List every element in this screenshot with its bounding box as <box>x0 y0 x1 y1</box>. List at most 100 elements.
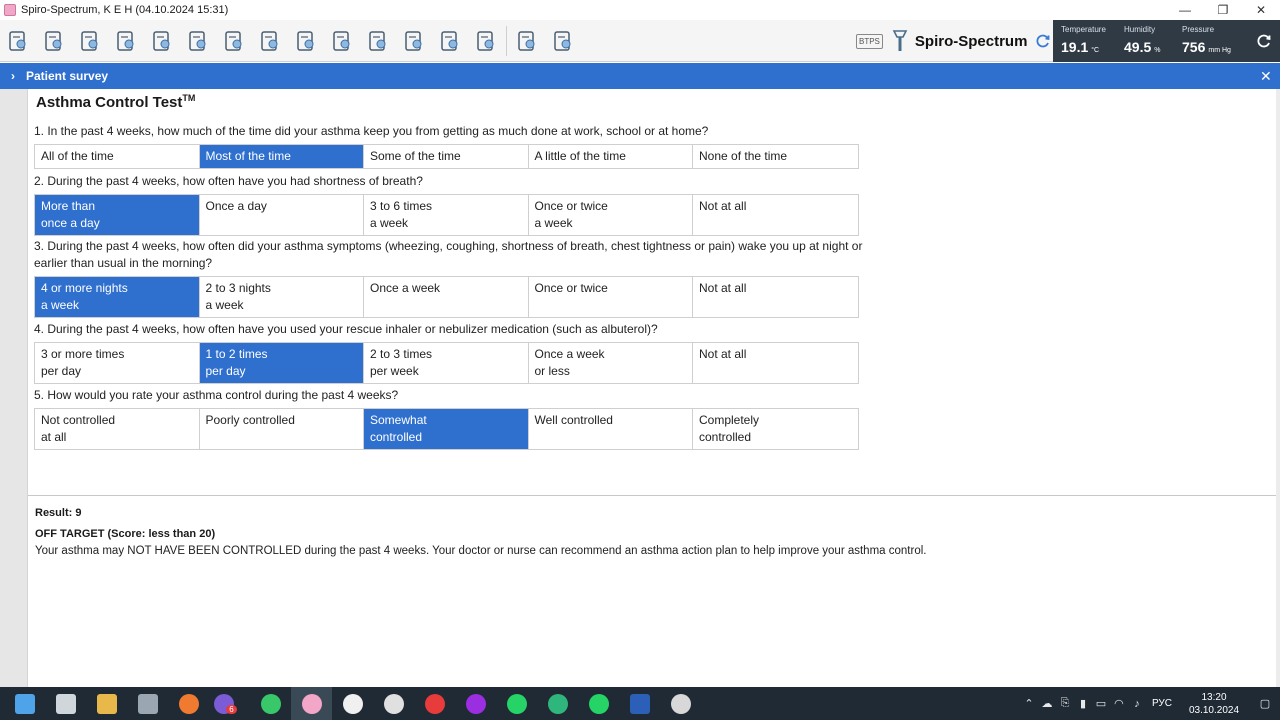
calendar-icon[interactable] <box>127 687 168 720</box>
question-1-text: 1. In the past 4 weeks, how much of the … <box>34 124 709 138</box>
expand-sidebar-button[interactable]: › <box>0 69 26 83</box>
environment-panel: Temperature 19.1 °C Humidity 49.5% Pressu… <box>1053 20 1280 62</box>
close-window-button[interactable]: ✕ <box>1242 0 1280 20</box>
brain-icon[interactable] <box>216 23 252 59</box>
panel-title: Patient survey <box>26 69 109 83</box>
notifications-icon[interactable]: ▢ <box>1250 697 1280 710</box>
answer-option[interactable]: Once a day <box>200 195 364 235</box>
answer-option[interactable]: Completely controlled <box>693 409 858 449</box>
collapsed-sidebar[interactable] <box>0 89 28 687</box>
volume-icon[interactable]: ♪ <box>1128 698 1146 710</box>
answer-option[interactable]: Not at all <box>693 195 858 235</box>
settings-icon[interactable] <box>509 23 545 59</box>
settings-icon[interactable] <box>660 687 701 720</box>
green-app-icon-glyph <box>547 693 568 714</box>
survey-content: Asthma Control TestTM 1. In the past 4 w… <box>28 89 1276 687</box>
scrollbar-track[interactable] <box>1276 89 1280 687</box>
answer-option[interactable]: Not controlled at all <box>35 409 200 449</box>
calculator-icon[interactable] <box>252 23 288 59</box>
fan-icon[interactable] <box>288 23 324 59</box>
answer-option[interactable]: Well controlled <box>529 409 693 449</box>
temperature-value: 19.1 °C <box>1061 39 1100 55</box>
whatsapp-business-icon[interactable] <box>578 687 619 720</box>
network-devices-icon[interactable]: ⎘ <box>1056 697 1074 710</box>
document-icon[interactable] <box>324 23 360 59</box>
viber-badge: 6 <box>226 705 237 714</box>
media-app-icon[interactable] <box>373 687 414 720</box>
report-icon[interactable] <box>360 23 396 59</box>
answer-option[interactable]: Somewhat controlled <box>364 409 529 449</box>
minimize-button[interactable]: — <box>1166 0 1204 20</box>
yandex-icon[interactable] <box>414 687 455 720</box>
whatsapp-icon[interactable] <box>496 687 537 720</box>
word-icon[interactable] <box>619 687 660 720</box>
answer-option[interactable]: All of the time <box>35 145 200 168</box>
purple-app-icon[interactable] <box>455 687 496 720</box>
answer-option[interactable]: Not at all <box>693 277 858 317</box>
yandex-browser-icon[interactable] <box>332 687 373 720</box>
info-icon[interactable] <box>545 23 581 59</box>
usb-icon[interactable]: ▮ <box>1074 697 1092 710</box>
clock-date: 03.10.2024 <box>1188 704 1240 716</box>
answer-option[interactable]: Most of the time <box>199 145 364 168</box>
windows-start-icon[interactable] <box>4 687 45 720</box>
answer-option[interactable]: Once a week <box>364 277 529 317</box>
print-icon[interactable] <box>108 23 144 59</box>
result-divider <box>28 495 1276 496</box>
clock[interactable]: 13:20 03.10.2024 <box>1184 691 1244 717</box>
wifi-icon[interactable]: ◠ <box>1110 697 1128 710</box>
import-icon[interactable] <box>432 23 468 59</box>
answer-option[interactable]: Not at all <box>693 343 858 383</box>
answer-option[interactable]: More than once a day <box>35 195 200 235</box>
window-title: Spiro-Spectrum, K E H (04.10.2024 15:31) <box>21 4 229 16</box>
answer-option[interactable]: Poorly controlled <box>200 409 364 449</box>
file-explorer-icon[interactable] <box>86 687 127 720</box>
drop-app-icon[interactable] <box>168 687 209 720</box>
lungs-icon[interactable] <box>144 23 180 59</box>
viber-icon[interactable]: 6 <box>209 687 250 720</box>
clock-time: 13:20 <box>1201 691 1227 703</box>
head-profile-icon[interactable] <box>180 23 216 59</box>
question-3-options: 4 or more nights a week 2 to 3 nights a w… <box>34 276 859 318</box>
task-view-icon[interactable] <box>45 687 86 720</box>
answer-option[interactable]: A little of the time <box>529 145 693 168</box>
answer-option[interactable]: 1 to 2 times per day <box>199 343 364 383</box>
spiro-spectrum-icon[interactable] <box>291 687 332 720</box>
answer-option[interactable]: 2 to 3 times per week <box>364 343 529 383</box>
refresh-environment-icon[interactable] <box>1256 33 1272 49</box>
yandex-browser-icon-glyph <box>342 693 363 714</box>
answer-option[interactable]: 4 or more nights a week <box>35 277 200 317</box>
pipette-icon[interactable] <box>72 23 108 59</box>
window-titlebar: Spiro-Spectrum, K E H (04.10.2024 15:31)… <box>0 0 1280 20</box>
close-panel-button[interactable]: ✕ <box>1260 68 1280 85</box>
question-2-options: More than once a day Once a day 3 to 6 tim… <box>34 194 859 236</box>
answer-option[interactable]: None of the time <box>693 145 858 168</box>
yandex-icon-glyph <box>424 693 445 714</box>
answer-option[interactable]: Once or twice <box>529 277 693 317</box>
answer-option[interactable]: Once or twice a week <box>529 195 693 235</box>
word-icon-glyph <box>629 693 650 714</box>
language-indicator[interactable]: РУС <box>1152 698 1172 709</box>
answer-option[interactable]: Some of the time <box>364 145 529 168</box>
answer-option[interactable]: 3 or more times per day <box>35 343 200 383</box>
tray-expand-icon[interactable]: ⌃ <box>1020 697 1038 710</box>
taskbar: 6 ⌃ ☁ ⎘ ▮ ▭ ◠ ♪ РУС 13:20 03.10.2024 ▢ <box>0 687 1280 720</box>
refresh-device-icon[interactable] <box>1035 33 1051 49</box>
green-app-icon[interactable] <box>537 687 578 720</box>
upload-icon[interactable] <box>36 23 72 59</box>
chart-icon[interactable] <box>396 23 432 59</box>
export-icon[interactable] <box>468 23 504 59</box>
answer-option[interactable]: Once a week or less <box>529 343 693 383</box>
answer-option[interactable]: 3 to 6 times a week <box>364 195 529 235</box>
btps-toggle[interactable]: BTPS <box>856 33 883 49</box>
new-patient-icon[interactable] <box>0 23 36 59</box>
humidity-value: 49.5% <box>1124 39 1161 55</box>
restore-button[interactable]: ❐ <box>1204 0 1242 20</box>
clover-app-icon[interactable] <box>250 687 291 720</box>
answer-option[interactable]: 2 to 3 nights a week <box>200 277 364 317</box>
battery-icon[interactable]: ▭ <box>1092 697 1110 710</box>
question-5-text: 5. How would you rate your asthma contro… <box>34 388 399 402</box>
onedrive-icon[interactable]: ☁ <box>1038 697 1056 710</box>
task-view-icon-glyph <box>55 693 76 714</box>
temperature-label: Temperature <box>1061 25 1106 34</box>
